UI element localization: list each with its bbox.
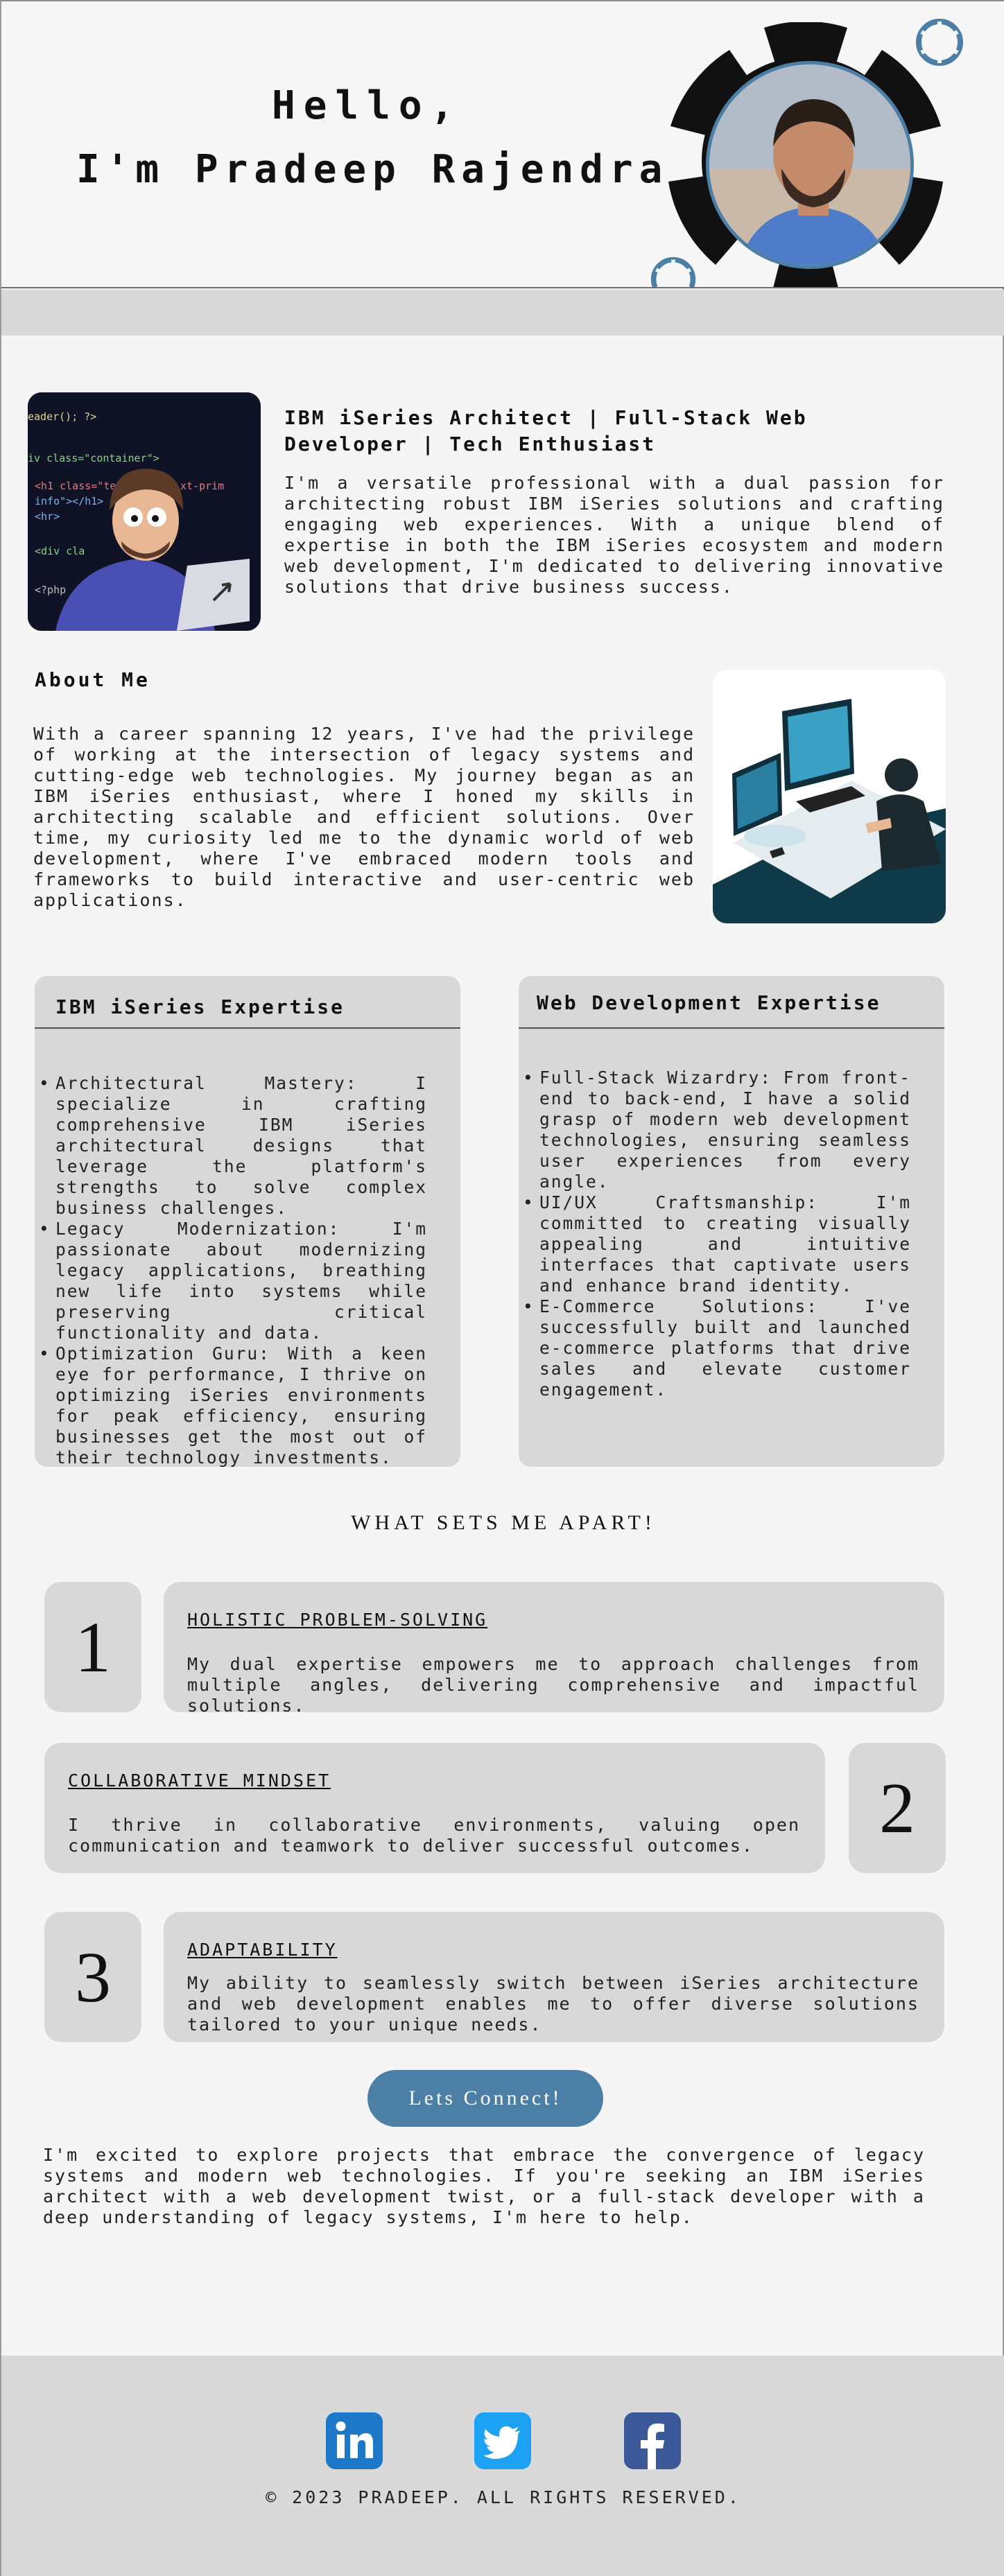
twitter-icon — [474, 2412, 531, 2469]
developer-cartoon-illustration: eader(); ?> iv class="container"> <h1 cl… — [28, 392, 261, 631]
feature-card-collaborative: COLLABORATIVE MINDSET I thrive in collab… — [44, 1743, 825, 1873]
feature-number: 1 — [44, 1582, 141, 1712]
feature-title: HOLISTIC PROBLEM-SOLVING — [187, 1610, 488, 1630]
feature-card-holistic: HOLISTIC PROBLEM-SOLVING My dual experti… — [164, 1582, 944, 1716]
hero-name: I'm Pradeep Rajendra — [76, 147, 669, 192]
feature-number: 3 — [44, 1912, 141, 2042]
footer: © 2023 PRADEEP. ALL RIGHTS RESERVED. — [1, 2356, 1004, 2576]
list-item: Legacy Modernization: I'm passionate abo… — [35, 1219, 460, 1343]
code-line: xt-prim — [180, 480, 224, 492]
ibm-expertise-list: Architectural Mastery: I specialize in c… — [35, 1073, 460, 1467]
about-title: About Me — [35, 668, 150, 691]
lets-connect-button[interactable]: Lets Connect! — [367, 2070, 603, 2127]
feature-text: My dual expertise empowers me to approac… — [187, 1654, 919, 1716]
feature-number: 2 — [849, 1743, 946, 1873]
code-line: iv class="container"> — [28, 452, 159, 464]
code-line: <div cla — [35, 545, 85, 557]
feature-card-adaptability: ADAPTABILITY My ability to seamlessly sw… — [164, 1912, 944, 2042]
developer-at-desk-illustration — [713, 670, 946, 923]
closing-text: I'm excited to explore projects that emb… — [43, 2145, 925, 2227]
intro-title: IBM iSeries Architect | Full-Stack Web D… — [284, 406, 808, 455]
feature-title: ADAPTABILITY — [187, 1940, 338, 1960]
ibm-expertise-title: IBM iSeries Expertise — [35, 976, 460, 1029]
list-item: UI/UX Craftsmanship: I'm committed to cr… — [519, 1192, 944, 1296]
feature-text: I thrive in collaborative environments, … — [68, 1815, 800, 1856]
code-line: info"></h1> < — [35, 495, 116, 507]
feature-title: COLLABORATIVE MINDSET — [68, 1770, 331, 1791]
feature-text: My ability to seamlessly switch between … — [187, 1973, 919, 2035]
web-expertise-list: Full-Stack Wizardry: From front-end to b… — [519, 1068, 944, 1400]
list-item: Full-Stack Wizardry: From front-end to b… — [519, 1068, 944, 1192]
sets-apart-title: WHAT SETS ME APART! — [351, 1511, 656, 1534]
hero-section: Hello, I'm Pradeep Rajendra — [1, 0, 1004, 288]
linkedin-icon — [326, 2412, 383, 2469]
about-text: With a career spanning 12 years, I've ha… — [33, 724, 695, 910]
intro-text: I'm a versatile professional with a dual… — [284, 473, 944, 597]
profile-photo — [706, 61, 914, 269]
decorative-flower-icon — [650, 256, 696, 287]
copyright-text: © 2023 PRADEEP. ALL RIGHTS RESERVED. — [266, 2487, 741, 2507]
facebook-link[interactable] — [624, 2412, 681, 2469]
list-item: Optimization Guru: With a keen eye for p… — [35, 1343, 460, 1467]
list-item: E-Commerce Solutions: I've successfully … — [519, 1296, 944, 1400]
portfolio-page: Hello, I'm Pradeep Rajendra eader(); ?> … — [0, 0, 1004, 2576]
twitter-link[interactable] — [474, 2412, 531, 2469]
hero-greeting: Hello, — [272, 83, 462, 128]
code-line: <?php — [35, 584, 66, 596]
code-line: eader(); ?> — [28, 410, 96, 423]
facebook-icon — [624, 2412, 681, 2469]
web-expertise-card: Web Development Expertise Full-Stack Wiz… — [519, 976, 944, 1467]
code-line: <hr> — [35, 510, 60, 523]
linkedin-link[interactable] — [326, 2412, 383, 2469]
ibm-expertise-card: IBM iSeries Expertise Architectural Mast… — [35, 976, 460, 1467]
decorative-flower-icon — [916, 19, 963, 66]
section-divider-band — [1, 290, 1004, 336]
person-silhouette-icon — [709, 64, 910, 266]
code-line: <h1 class="te — [35, 480, 116, 492]
list-item: Architectural Mastery: I specialize in c… — [35, 1073, 460, 1219]
web-expertise-title: Web Development Expertise — [519, 976, 944, 1029]
